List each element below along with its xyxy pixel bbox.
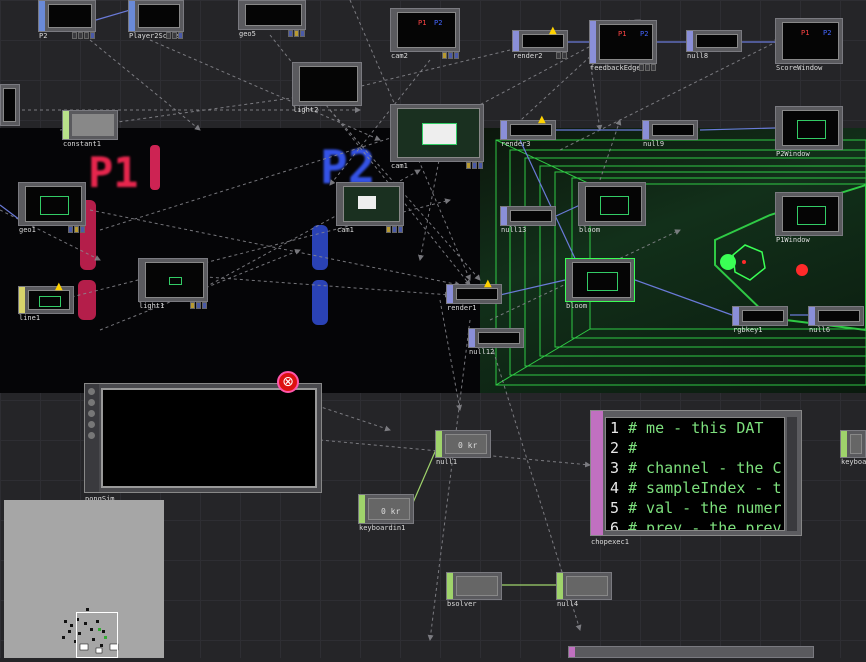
node-label: bsolver [447,600,477,608]
node-constant1[interactable]: constant1 [62,110,118,148]
warning-icon[interactable]: ▲ [484,279,494,289]
node-label: line1 [19,314,41,322]
node-keyboardin1[interactable]: 0 kr keyboardin1 [358,494,414,532]
node-p2window[interactable]: P2Window [775,106,843,158]
node-bloom-secondary[interactable]: bloom [565,258,635,310]
node-null4[interactable]: null4 [556,572,612,608]
node-null9[interactable]: null9 [642,120,698,148]
node-label: cam1 [391,162,408,170]
node-rgbkey1[interactable]: rgbkey1 [732,306,788,334]
code-line: 5 # val - the numer [610,499,782,517]
node-light1[interactable]: light1 [138,258,208,310]
code-line: 6 # prev - the prev [610,519,782,531]
node-feedbackedge[interactable]: P1 P2 feedbackEdge [589,20,657,72]
node-keyboard-partial[interactable]: keyboar [840,430,866,466]
node-bsolver[interactable]: bsolver [446,572,502,608]
node-label: null8 [687,52,709,60]
warning-icon[interactable]: ▲ [549,26,559,36]
node-null8[interactable]: null8 [686,30,742,60]
node-bloom[interactable]: bloom [578,182,646,234]
node-scorewindow[interactable]: P1 P2 ScoreWindow [775,18,843,72]
node-p2[interactable]: P2 [38,0,96,40]
node-label: light1 [139,302,165,310]
node-null12[interactable]: null12 [468,328,524,356]
node-label: feedbackEdge [590,64,641,72]
node-label: P2Window [776,150,810,158]
node-null13[interactable]: null13 [500,206,556,234]
node-cam2[interactable]: P1 P2 cam2 [390,8,460,60]
node-label: keyboar [841,458,866,466]
channel-value: 0 kr [458,441,478,450]
node-geo5[interactable]: geo5 [238,0,306,38]
node-label: bloom [566,302,588,310]
node-label: null1 [436,458,458,466]
node-null1[interactable]: 0 kr null1 [435,430,491,466]
pongsim-viewer[interactable] [101,388,317,488]
node-pongsim[interactable]: pongSim [84,383,322,503]
comp-side-buttons[interactable] [85,384,99,492]
node-label: rgbkey1 [733,326,763,334]
node-label: geo1 [19,226,36,234]
node-label: cam2 [391,52,408,60]
dat-code-view[interactable]: 1 # me - this DAT 2 # 3 # channel - the C 4… [605,417,785,531]
node-label: bloom [579,226,601,234]
node-label: light2 [293,106,319,114]
node-p1window[interactable]: P1Window [775,192,843,244]
error-icon[interactable]: ⊗ [277,371,299,393]
node-label: null4 [557,600,579,608]
node-label: null9 [643,140,665,148]
node-label: null6 [809,326,831,334]
node-label: cam1 [337,226,354,234]
node-label: constant1 [63,140,101,148]
node-cam1[interactable]: cam1 [390,104,484,170]
node-label: P2 [39,32,48,40]
node-label: chopexec1 [591,538,629,546]
node-chopexec1[interactable]: 1 # me - this DAT 2 # 3 # channel - the C 4… [590,410,802,546]
code-line: 3 # channel - the C [610,459,782,477]
warning-icon[interactable]: ▲ [55,282,65,292]
node-label: ScoreWindow [776,64,823,72]
node-light2[interactable]: light2 [292,62,362,114]
node-cam1-secondary[interactable]: cam1 [336,182,404,234]
network-minimap[interactable] [4,500,164,658]
channel-value: 0 kr [381,507,401,516]
minimap-viewport[interactable] [76,612,118,658]
node-line1[interactable]: line1 [18,286,74,322]
node-label: null13 [501,226,527,234]
node-label: render2 [513,52,543,60]
node-partial-left[interactable] [0,84,20,126]
node-label: render3 [501,140,531,148]
network-editor-canvas[interactable]: P1 P2 P2 Player2Score geo5 P1 P2 cam2 re… [0,0,866,658]
node-label: P1Window [776,236,810,244]
node-bottom-partial[interactable] [568,646,814,658]
node-label: keyboardin1 [359,524,406,532]
node-label: render1 [447,304,477,312]
code-line: 4 # sampleIndex - t [610,479,782,497]
node-player2score[interactable]: Player2Score [128,0,184,40]
scrollbar[interactable] [787,417,797,531]
node-geo1[interactable]: geo1 [18,182,86,234]
node-render2[interactable]: render2 [512,30,568,60]
node-label: null12 [469,348,495,356]
code-line: 1 # me - this DAT [610,419,764,437]
node-null6[interactable]: null6 [808,306,864,334]
node-label: geo5 [239,30,256,38]
warning-icon[interactable]: ▲ [538,115,548,125]
code-line: 2 # [610,439,638,457]
